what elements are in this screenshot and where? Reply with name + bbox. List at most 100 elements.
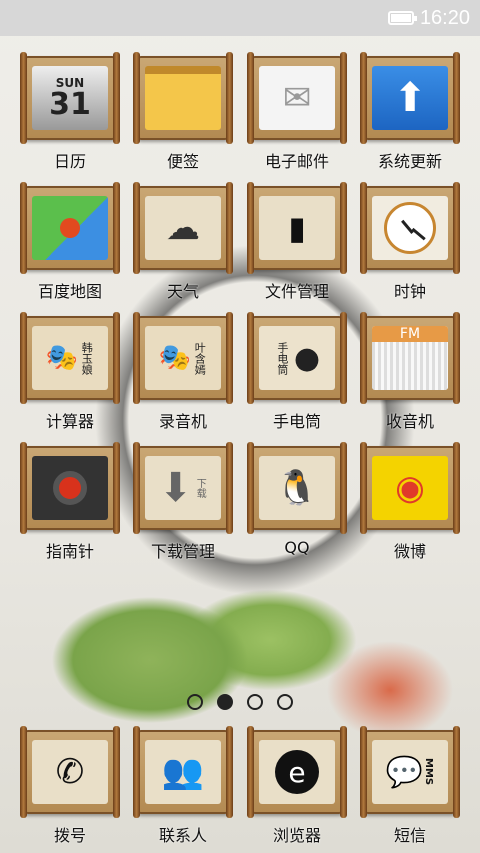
dock-contacts[interactable]: 👥 联系人 (133, 726, 233, 848)
app-frame: ✉ (247, 52, 347, 144)
page-dot-active[interactable] (217, 694, 233, 710)
app-calculator[interactable]: 🎭 韩玉娘 计算器 (20, 312, 120, 434)
mail-icon: ✉ (259, 66, 335, 130)
app-label: 系统更新 (377, 152, 442, 171)
app-row-1: SUN 31 日历 便签 ✉ 电子邮件 ⬆ 系统更新 (0, 52, 480, 174)
app-download-manager[interactable]: ⬇ 下载 下载管理 (133, 442, 233, 564)
app-label: 收音机 (385, 412, 434, 431)
app-label: 手电筒 (272, 412, 321, 431)
contacts-icon: 👥 (145, 740, 221, 804)
app-frame: 💬 MMS (360, 726, 460, 818)
app-frame: ▮ (247, 182, 347, 274)
sms-icon: 💬 MMS (372, 740, 448, 804)
app-calendar[interactable]: SUN 31 日历 (20, 52, 120, 174)
flashlight-icon: 手电筒 ● (259, 326, 335, 390)
browser-e-glyph: e (275, 750, 319, 794)
update-arrow-icon: ⬆ (372, 66, 448, 130)
app-row-4: 指南针 ⬇ 下载 下载管理 🐧 QQ ◉ 微博 (0, 442, 480, 564)
clock-icon (372, 196, 448, 260)
page-dot[interactable] (277, 694, 293, 710)
app-label: 指南针 (45, 542, 94, 561)
app-row-2: 百度地图 ☁ 天气 ▮ 文件管理 时钟 (0, 182, 480, 304)
app-label: 百度地图 (37, 282, 102, 301)
tile-caption: 下载 (194, 478, 206, 498)
download-icon: ⬇ 下载 (145, 456, 221, 520)
app-weather[interactable]: ☁ 天气 (133, 182, 233, 304)
app-frame (20, 182, 120, 274)
app-frame: ⬇ 下载 (133, 442, 233, 534)
app-label: 便签 (166, 152, 199, 171)
status-bar: 16:20 (0, 0, 480, 36)
app-frame: ✆ (20, 726, 120, 818)
app-label: 微博 (393, 542, 426, 561)
phone-icon: ✆ (32, 740, 108, 804)
status-time: 16:20 (419, 6, 470, 29)
app-label: QQ (284, 538, 310, 557)
compass-icon (32, 456, 108, 520)
app-frame: ◉ (360, 442, 460, 534)
app-system-update[interactable]: ⬆ 系统更新 (360, 52, 460, 174)
app-baidu-map[interactable]: 百度地图 (20, 182, 120, 304)
app-frame: ☁ (133, 182, 233, 274)
page-dot[interactable] (187, 694, 203, 710)
app-recorder[interactable]: 🎭 叶含嫣 录音机 (133, 312, 233, 434)
app-frame: ⬆ (360, 52, 460, 144)
app-email[interactable]: ✉ 电子邮件 (247, 52, 347, 174)
app-label: 日历 (53, 152, 86, 171)
app-file-manager[interactable]: ▮ 文件管理 (247, 182, 347, 304)
map-icon (32, 196, 108, 260)
app-frame (133, 52, 233, 144)
app-label: 联系人 (158, 826, 207, 845)
sticky-note-icon (145, 66, 221, 130)
tile-caption: 韩玉娘 (80, 341, 94, 375)
radio-icon: FM (372, 326, 448, 390)
app-label: 短信 (393, 826, 426, 845)
app-frame: e (247, 726, 347, 818)
radio-fm-label: FM (372, 326, 448, 342)
page-dot[interactable] (247, 694, 263, 710)
app-label: 计算器 (45, 412, 94, 431)
tile-caption: MMS (423, 758, 435, 786)
browser-icon: e (259, 740, 335, 804)
calendar-date: 31 (49, 87, 91, 122)
app-frame: 🐧 (247, 442, 347, 534)
calculator-opera-icon: 🎭 韩玉娘 (32, 326, 108, 390)
app-frame: FM (360, 312, 460, 404)
app-frame: SUN 31 (20, 52, 120, 144)
recorder-opera-icon: 🎭 叶含嫣 (145, 326, 221, 390)
app-frame (20, 442, 120, 534)
qq-penguin-icon: 🐧 (259, 456, 335, 520)
app-weibo[interactable]: ◉ 微博 (360, 442, 460, 564)
app-frame: 🎭 叶含嫣 (133, 312, 233, 404)
battery-icon (387, 11, 417, 25)
weibo-icon: ◉ (372, 456, 448, 520)
dock: ✆ 拨号 👥 联系人 e 浏览器 💬 MMS 短信 (0, 726, 480, 848)
app-frame (360, 182, 460, 274)
weather-cloud-icon: ☁ (145, 196, 221, 260)
tile-caption: 手电筒 (275, 341, 289, 375)
dock-browser[interactable]: e 浏览器 (247, 726, 347, 848)
app-clock[interactable]: 时钟 (360, 182, 460, 304)
app-label: 拨号 (53, 826, 86, 845)
app-flashlight[interactable]: 手电筒 ● 手电筒 (247, 312, 347, 434)
folder-icon: ▮ (259, 196, 335, 260)
app-frame: 🎭 韩玉娘 (20, 312, 120, 404)
app-notes[interactable]: 便签 (133, 52, 233, 174)
dock-phone[interactable]: ✆ 拨号 (20, 726, 120, 848)
app-frame: 👥 (133, 726, 233, 818)
app-compass[interactable]: 指南针 (20, 442, 120, 564)
app-frame: 手电筒 ● (247, 312, 347, 404)
app-label: 文件管理 (264, 282, 329, 301)
app-label: 电子邮件 (264, 152, 329, 171)
calendar-icon: SUN 31 (32, 66, 108, 130)
page-indicator (0, 694, 480, 714)
app-label: 天气 (166, 282, 199, 301)
app-qq[interactable]: 🐧 QQ (247, 442, 347, 564)
tile-caption: 叶含嫣 (193, 341, 207, 375)
dock-sms[interactable]: 💬 MMS 短信 (360, 726, 460, 848)
app-label: 浏览器 (272, 826, 321, 845)
app-label: 下载管理 (150, 542, 215, 561)
app-label: 时钟 (393, 282, 426, 301)
app-row-3: 🎭 韩玉娘 计算器 🎭 叶含嫣 录音机 手电筒 ● 手电筒 FM 收音机 (0, 312, 480, 434)
app-radio[interactable]: FM 收音机 (360, 312, 460, 434)
